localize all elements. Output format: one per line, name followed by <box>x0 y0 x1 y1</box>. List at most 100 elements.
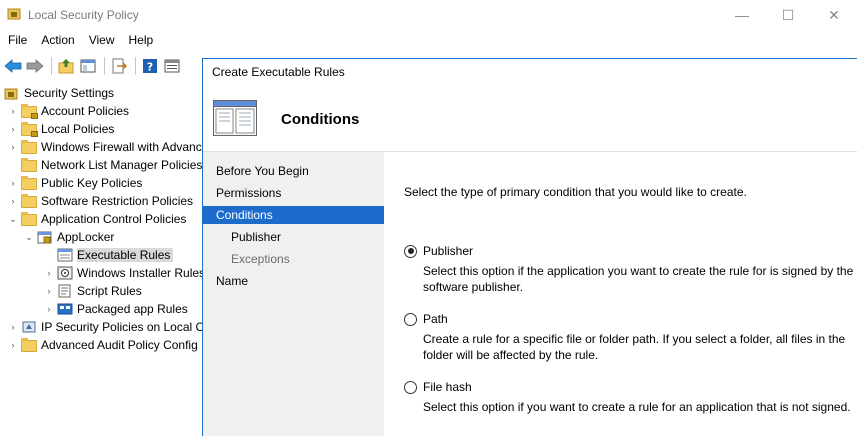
tree-item-label: IP Security Policies on Local Co <box>41 320 203 334</box>
script-icon <box>57 284 73 298</box>
tree-item-label: Executable Rules <box>77 248 174 262</box>
toolbar-separator <box>51 57 52 75</box>
folder-icon <box>21 338 37 352</box>
create-executable-rules-dialog: Create Executable Rules Conditions Befor… <box>202 58 857 436</box>
collapse-chevron-icon[interactable]: ⌄ <box>8 210 18 228</box>
path-label[interactable]: Path <box>423 312 448 326</box>
close-icon: ✕ <box>828 6 840 23</box>
expand-chevron-icon[interactable]: › <box>44 300 54 318</box>
expand-chevron-icon[interactable]: › <box>44 264 54 282</box>
tree-item[interactable]: › Script Rules <box>44 282 142 300</box>
local-security-policy-icon <box>7 8 21 20</box>
help-button[interactable]: ? <box>140 56 160 76</box>
file-hash-description-line1: Select this option if you want to create… <box>423 400 851 414</box>
collapse-chevron-icon[interactable]: ⌄ <box>24 228 34 246</box>
folder-icon <box>21 140 37 154</box>
path-radio[interactable] <box>404 312 417 326</box>
tree-item[interactable]: › Windows Firewall with Advanc <box>8 138 202 156</box>
menu-action[interactable]: Action <box>34 30 81 52</box>
dialog-body: Before You Begin Permissions Conditions … <box>203 151 857 436</box>
publisher-radio-row[interactable]: Publisher <box>404 243 854 259</box>
close-button[interactable]: ✕ <box>811 0 857 30</box>
path-description-line2: folder will be affected by the rule. <box>423 348 599 362</box>
path-description-line1: Create a rule for a specific file or fol… <box>423 332 846 346</box>
step-before-you-begin[interactable]: Before You Begin <box>203 162 384 180</box>
packaged-app-icon <box>57 302 73 316</box>
maximize-button[interactable]: ☐ <box>765 0 811 30</box>
help-icon: ? <box>143 59 157 74</box>
svg-text:?: ? <box>147 61 153 74</box>
back-button[interactable] <box>3 56 23 76</box>
rules-list-icon <box>57 248 73 262</box>
option-file-hash: File hash Select this option if you want… <box>404 379 854 415</box>
conditions-content: Select the type of primary condition tha… <box>384 152 857 436</box>
properties-icon <box>164 59 180 73</box>
expand-chevron-icon[interactable]: › <box>8 192 18 210</box>
expand-chevron-icon[interactable]: › <box>8 174 18 192</box>
folder-icon <box>21 194 37 208</box>
up-one-level-button[interactable] <box>56 56 76 76</box>
installer-icon <box>57 266 73 280</box>
tree-item[interactable]: › Public Key Policies <box>8 174 142 192</box>
tree-item[interactable]: Security Settings <box>4 84 114 102</box>
title-bar: Local Security Policy — ☐ ✕ <box>0 0 857 30</box>
tree-item-label: Application Control Policies <box>41 212 187 226</box>
step-name[interactable]: Name <box>203 272 384 290</box>
tree-item[interactable]: › IP Security Policies on Local Co <box>8 318 204 336</box>
tree-item[interactable]: ⌄ Application Control Policies <box>8 210 186 228</box>
tree-item-label: Network List Manager Policies <box>41 158 203 172</box>
page-title: Conditions <box>281 111 360 128</box>
minimize-icon: — <box>735 7 749 23</box>
export-list-button[interactable] <box>109 56 129 76</box>
expand-chevron-icon[interactable]: › <box>8 120 18 138</box>
console-tree: Security Settings › Account Policies › Local… <box>0 82 203 436</box>
properties-button[interactable] <box>162 56 182 76</box>
wizard-page-icon <box>213 100 257 136</box>
tree-item[interactable]: › Windows Installer Rules <box>44 264 204 282</box>
toolbar: ? <box>0 53 210 79</box>
tree-item[interactable]: Network List Manager Policies <box>8 156 202 174</box>
publisher-label[interactable]: Publisher <box>423 244 473 258</box>
tree-item[interactable]: › Software Restriction Policies <box>8 192 193 210</box>
publisher-radio[interactable] <box>404 244 417 258</box>
show-hide-tree-button[interactable] <box>78 56 98 76</box>
tree-item[interactable]: › Packaged app Rules <box>44 300 188 318</box>
step-permissions[interactable]: Permissions <box>203 184 384 202</box>
folder-icon <box>21 176 37 190</box>
expand-chevron-icon[interactable]: › <box>8 138 18 156</box>
menu-view[interactable]: View <box>82 30 122 52</box>
folder-lock-icon <box>21 122 38 137</box>
minimize-button[interactable]: — <box>719 0 765 30</box>
file-hash-label[interactable]: File hash <box>423 380 472 394</box>
step-conditions[interactable]: Conditions <box>203 206 384 224</box>
tree-item[interactable]: › Advanced Audit Policy Config <box>8 336 198 354</box>
tree-item-label: AppLocker <box>57 230 115 244</box>
expand-chevron-icon[interactable]: › <box>8 318 18 336</box>
tree-item-label: Local Policies <box>41 122 115 136</box>
tree-item[interactable]: Executable Rules <box>44 246 174 264</box>
publisher-description-line1: Select this option if the application yo… <box>423 264 854 278</box>
tree-item-label: Public Key Policies <box>41 176 143 190</box>
file-hash-radio[interactable] <box>404 380 417 394</box>
expand-chevron-icon[interactable]: › <box>44 282 54 300</box>
path-radio-row[interactable]: Path <box>404 311 854 327</box>
expand-chevron-icon[interactable]: › <box>8 336 18 354</box>
tree-item[interactable]: › Local Policies <box>8 120 114 138</box>
step-exceptions[interactable]: Exceptions <box>203 250 384 268</box>
tree-item-label: Software Restriction Policies <box>41 194 194 208</box>
tree-item[interactable]: › Account Policies <box>8 102 129 120</box>
file-hash-radio-row[interactable]: File hash <box>404 379 854 395</box>
folder-icon <box>21 212 37 226</box>
applocker-icon <box>37 230 53 244</box>
forward-arrow-icon <box>26 59 44 73</box>
forward-button[interactable] <box>25 56 45 76</box>
menu-help[interactable]: Help <box>122 30 161 52</box>
menu-file[interactable]: File <box>0 30 34 52</box>
tree-item[interactable]: ⌄ AppLocker <box>24 228 114 246</box>
wizard-steps: Before You Begin Permissions Conditions … <box>203 152 384 436</box>
expand-chevron-icon[interactable]: › <box>8 102 18 120</box>
tree-item-label: Windows Firewall with Advanc <box>41 140 202 154</box>
step-publisher[interactable]: Publisher <box>203 228 384 246</box>
condition-prompt: Select the type of primary condition tha… <box>404 185 747 199</box>
